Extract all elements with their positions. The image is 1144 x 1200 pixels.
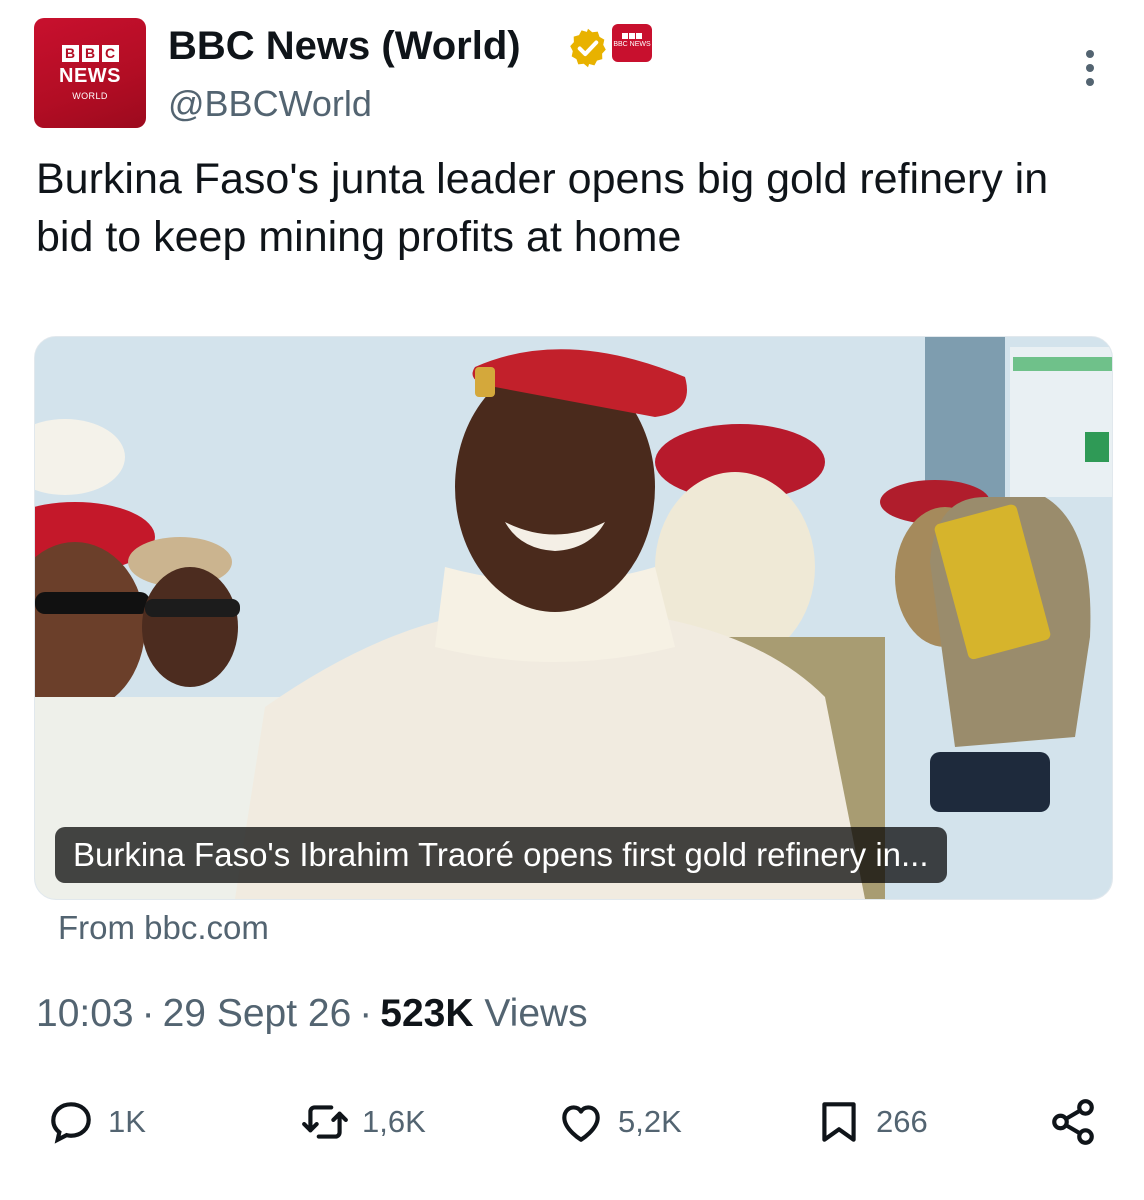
bookmark-count: 266 [876,1104,928,1139]
card-caption: Burkina Faso's Ibrahim Traoré opens firs… [55,827,947,883]
tweet-time[interactable]: 10:03 [36,992,134,1035]
avatar-world-label: WORLD [72,91,108,101]
account-handle[interactable]: @BBCWorld [168,82,372,126]
link-card[interactable]: Burkina Faso's Ibrahim Traoré opens firs… [34,336,1113,900]
tweet-date[interactable]: 29 Sept 26 [163,992,352,1035]
more-icon[interactable] [1079,50,1101,96]
affiliate-logo [612,33,652,39]
bookmark-icon [822,1102,856,1142]
share-button[interactable] [1048,1094,1110,1150]
tweet-text: Burkina Faso's junta leader opens big go… [36,155,1049,261]
affiliate-badge[interactable]: BBC NEWS [612,24,652,62]
retweet-button[interactable]: 1,6K [300,1094,426,1150]
views-count: 523K [380,992,474,1035]
bbc-logo: B B C [61,45,119,62]
like-button[interactable]: 5,2K [556,1094,682,1150]
bbc-letter: B [81,45,99,62]
bbc-letter: B [61,45,79,62]
affiliate-badge-label: BBC NEWS [613,41,651,48]
avatar[interactable]: B B C NEWS WORLD [34,18,146,128]
display-name[interactable]: BBC News (World) [168,22,521,70]
reply-count: 1K [108,1104,146,1139]
bbc-letter: C [101,45,119,62]
heart-icon [562,1105,600,1142]
reply-icon [51,1102,91,1144]
share-icon [1052,1099,1094,1145]
like-count: 5,2K [618,1104,682,1139]
tweet-meta: 10:03 · 29 Sept 26 · 523K Views [36,990,588,1038]
bookmark-button[interactable]: 266 [814,1094,928,1150]
meta-separator: · [141,992,155,1035]
meta-separator: · [359,992,373,1035]
retweet-icon [302,1105,348,1139]
retweet-count: 1,6K [362,1104,426,1139]
verified-badge-icon [570,28,606,68]
article-photo [35,337,1112,899]
reply-button[interactable]: 1K [46,1094,146,1150]
card-source[interactable]: From bbc.com [58,906,269,950]
views-label: Views [484,992,588,1035]
avatar-news-label: NEWS [59,65,121,87]
